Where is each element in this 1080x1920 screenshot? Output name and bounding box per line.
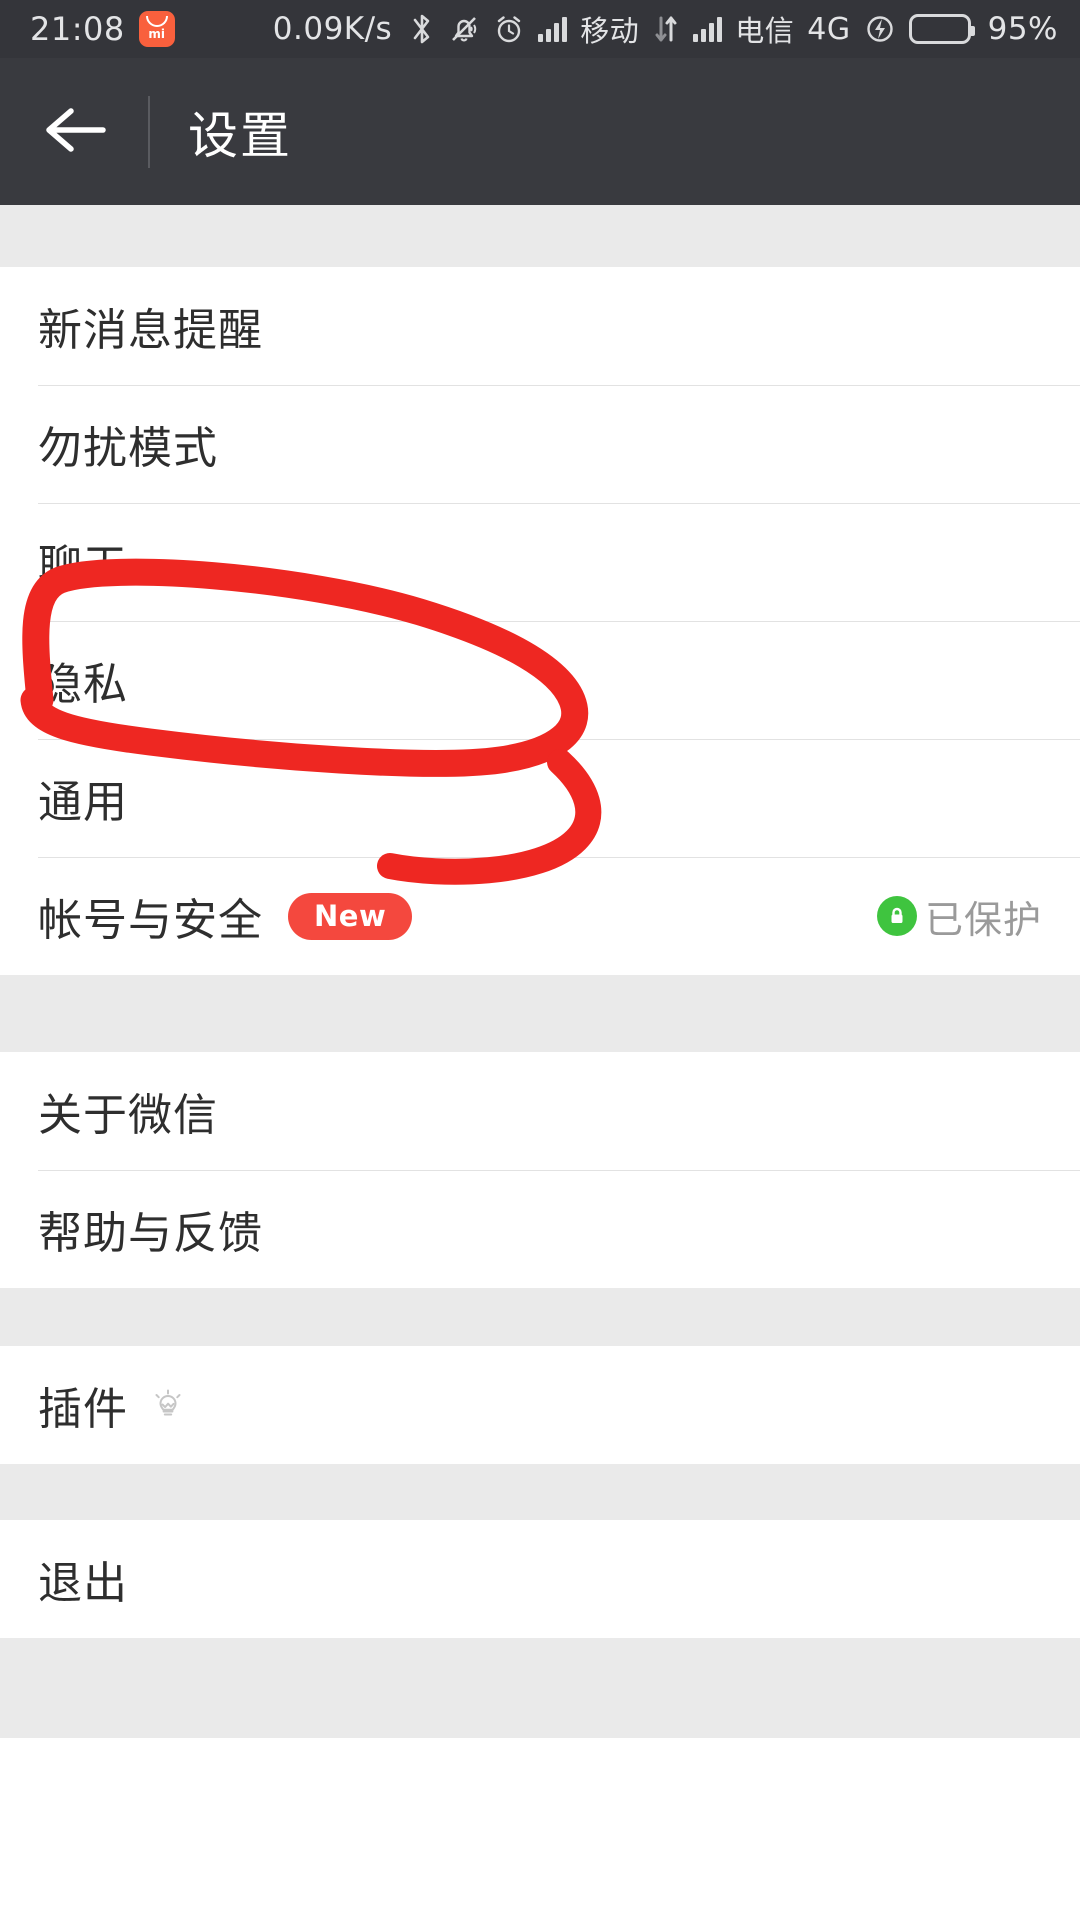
row-label: 插件 [38, 1384, 128, 1435]
mi-store-icon: mi [138, 11, 175, 47]
protected-status-label: 已保护 [924, 897, 1042, 942]
mi-glyph: mi [148, 27, 166, 41]
signal-bars-sim2-icon [693, 16, 723, 42]
battery-percent-label: 95% [987, 11, 1058, 47]
bluetooth-icon [409, 13, 435, 45]
charging-bolt-icon [864, 13, 896, 45]
section-gap-3 [0, 1464, 1080, 1520]
status-bar: 21:08 mi 0.09K/s 移动 电信 4G 95% [0, 0, 1080, 58]
settings-section-info: 关于微信 帮助与反馈 [0, 1052, 1080, 1288]
row-label: 新消息提醒 [38, 305, 263, 356]
settings-row-chat[interactable]: 聊天 [0, 503, 1080, 621]
network-type-label: 4G [807, 11, 851, 47]
row-label: 退出 [38, 1558, 128, 1609]
net-speed-text: 0.09K/s [272, 11, 393, 47]
data-transfer-icon [652, 14, 680, 44]
settings-section-primary: 新消息提醒 勿扰模式 聊天 隐私 通用 帐号与安全 New 已保护 [0, 267, 1080, 975]
settings-row-about-wechat[interactable]: 关于微信 [0, 1052, 1080, 1170]
settings-row-do-not-disturb[interactable]: 勿扰模式 [0, 385, 1080, 503]
row-label: 勿扰模式 [38, 423, 218, 474]
back-arrow-icon [41, 105, 107, 159]
settings-row-plugins[interactable]: 插件 [0, 1346, 1080, 1464]
row-label: 隐私 [38, 659, 128, 710]
carrier-label-sim1: 移动 [580, 14, 640, 48]
mute-bell-icon [448, 13, 480, 45]
row-label: 帐号与安全 [38, 895, 263, 946]
status-time: 21:08 [30, 10, 125, 48]
settings-row-new-message-alert[interactable]: 新消息提醒 [0, 267, 1080, 385]
row-label: 聊天 [38, 541, 128, 592]
status-badge-new: New [288, 892, 413, 940]
lightbulb-tip-icon [146, 1383, 190, 1427]
settings-section-plugins: 插件 [0, 1346, 1080, 1464]
row-label: 帮助与反馈 [38, 1208, 263, 1259]
status-bar-right: 0.09K/s 移动 电信 4G 95% [273, 8, 1058, 50]
settings-section-logout: 退出 [0, 1520, 1080, 1638]
alarm-clock-icon [493, 13, 525, 45]
settings-row-general[interactable]: 通用 [0, 739, 1080, 857]
section-gap-top [0, 205, 1080, 267]
signal-bars-sim1-icon [538, 16, 568, 42]
section-gap-1 [0, 975, 1080, 1052]
row-label: 关于微信 [38, 1090, 218, 1141]
page-title: 设置 [188, 106, 292, 165]
settings-row-privacy[interactable]: 隐私 [0, 621, 1080, 739]
green-lock-icon [876, 896, 917, 936]
row-trailing-status: 已保护 [876, 889, 1042, 944]
row-label: 通用 [38, 777, 128, 828]
section-gap-2 [0, 1288, 1080, 1346]
nav-divider [148, 95, 150, 168]
back-button[interactable] [38, 96, 110, 168]
carrier-label-sim2: 电信 [735, 14, 795, 48]
nav-bar: 设置 [0, 58, 1080, 205]
settings-row-help-feedback[interactable]: 帮助与反馈 [0, 1170, 1080, 1288]
status-bar-left: 21:08 mi [30, 10, 175, 48]
settings-row-account-security[interactable]: 帐号与安全 New 已保护 [0, 857, 1080, 975]
settings-row-logout[interactable]: 退出 [0, 1520, 1080, 1638]
battery-icon [908, 14, 975, 44]
section-gap-bottom [0, 1638, 1080, 1738]
